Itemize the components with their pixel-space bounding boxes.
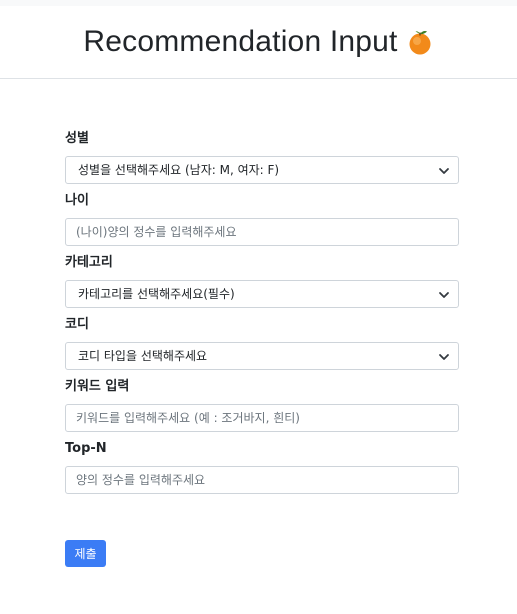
topn-input[interactable]: 양의 정수를 입력해주세요 [65,466,459,494]
keyword-label: 키워드 입력 [65,379,130,394]
age-input[interactable]: (나이)양의 정수를 입력해주세요 [65,218,459,246]
keyword-input-placeholder: 키워드를 입력해주세요 (예 : 조거바지, 흰티) [76,411,300,425]
coordi-label: 코디 [65,317,89,332]
page-title: Recommendation Input [83,25,398,58]
coordi-select-value: 코디 타입을 선택해주세요 [78,349,208,363]
page-header: Recommendation Input [0,6,517,79]
category-select-value: 카테고리를 선택해주세요(필수) [78,287,235,301]
topn-input-placeholder: 양의 정수를 입력해주세요 [76,473,206,487]
gender-select-value: 성별을 선택해주세요 (남자: M, 여자: F) [78,163,280,177]
chevron-down-icon [439,168,449,174]
keyword-input[interactable]: 키워드를 입력해주세요 (예 : 조거바지, 흰티) [65,404,459,432]
category-label: 카테고리 [65,255,113,270]
chevron-down-icon [439,354,449,360]
gender-label: 성별 [65,131,89,146]
category-select[interactable]: 카테고리를 선택해주세요(필수) [65,280,459,308]
coordi-select[interactable]: 코디 타입을 선택해주세요 [65,342,459,370]
topn-label: Top-N [65,441,107,456]
age-input-placeholder: (나이)양의 정수를 입력해주세요 [76,225,237,239]
orange-emoji-icon [406,28,434,56]
chevron-down-icon [439,292,449,298]
age-label: 나이 [65,193,89,208]
gender-select[interactable]: 성별을 선택해주세요 (남자: M, 여자: F) [65,156,459,184]
submit-button[interactable]: 제출 [65,540,106,567]
recommendation-form: 성별 성별을 선택해주세요 (남자: M, 여자: F) 나이 (나이)양의 정… [65,124,459,494]
